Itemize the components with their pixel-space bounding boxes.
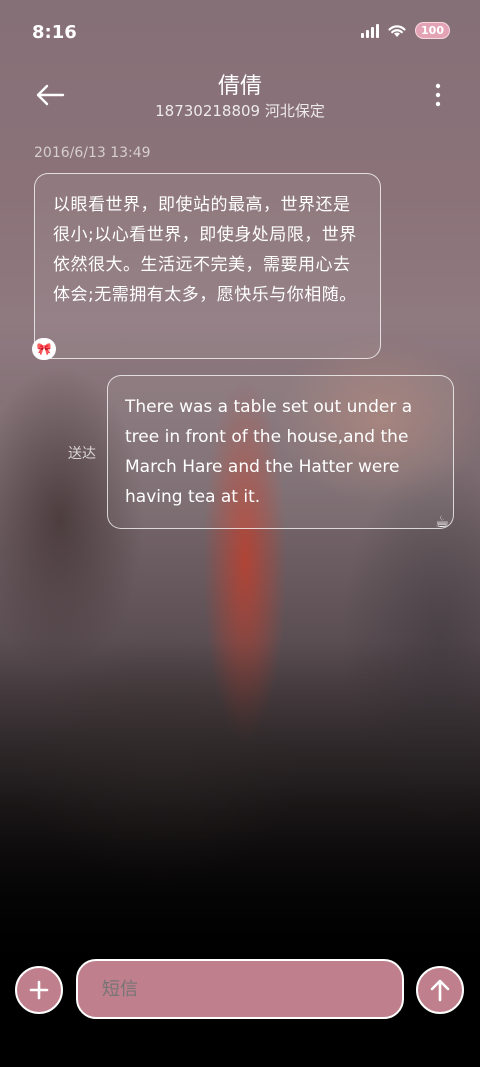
status-bar: 8:16 100 [0,0,480,66]
status-time: 8:16 [32,22,77,43]
wifi-icon [388,25,406,37]
arrow-up-icon [430,979,450,1002]
outgoing-message-bubble[interactable]: There was a table set out under a tree i… [107,375,454,529]
more-vertical-icon [435,83,441,107]
conversation-header: 倩倩 18730218809 河北保定 [0,66,480,136]
signal-icon [361,23,380,38]
add-attachment-button[interactable] [15,966,63,1014]
delivered-status: 送达 [68,446,96,462]
bow-icon: 🎀 [32,338,56,360]
more-options-button[interactable] [428,78,448,112]
contact-name[interactable]: 倩倩 [0,68,480,100]
battery-indicator: 100 [415,22,450,39]
message-input[interactable] [76,959,404,1019]
composer-bar [0,958,480,1022]
coffee-cup-icon: ☕ [434,512,450,531]
send-button[interactable] [416,966,464,1014]
incoming-message-bubble[interactable]: 以眼看世界，即使站的最高，世界还是很小;以心看世界，即使身处局限，世界依然很大。… [34,173,381,359]
contact-phone-location: 18730218809 河北保定 [155,102,325,120]
incoming-message-text: 以眼看世界，即使站的最高，世界还是很小;以心看世界，即使身处局限，世界依然很大。… [53,195,357,305]
outgoing-message-text: There was a table set out under a tree i… [125,397,413,507]
message-timestamp: 2016/6/13 13:49 [34,145,151,161]
system-icons: 100 [361,22,450,39]
plus-icon [29,980,49,1000]
